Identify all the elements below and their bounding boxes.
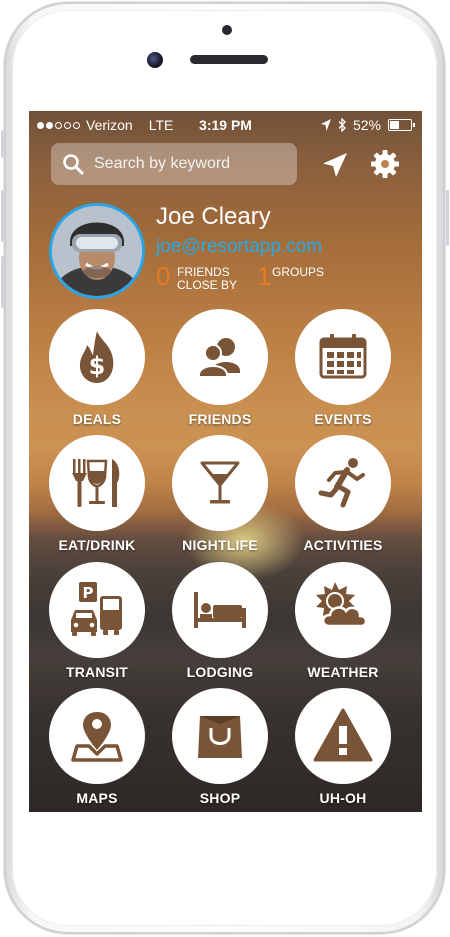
- warning-icon: [313, 708, 373, 762]
- menu-friends[interactable]: FRIENDS: [160, 309, 280, 427]
- menu-uh-oh[interactable]: UH-OH: [283, 688, 403, 806]
- calendar-icon: [319, 334, 367, 379]
- menu-label: EVENTS: [314, 411, 372, 427]
- menu-weather[interactable]: WEATHER: [283, 562, 403, 680]
- battery-percent: 52%: [352, 117, 381, 133]
- power-button: [446, 190, 449, 246]
- groups-label[interactable]: GROUPS: [272, 266, 324, 279]
- gear-icon[interactable]: [370, 149, 400, 179]
- battery-icon: [388, 119, 415, 131]
- svg-text:P: P: [83, 584, 94, 602]
- location-status-icon: [320, 119, 331, 131]
- transit-icon: P: [71, 582, 122, 636]
- mute-switch: [1, 130, 4, 158]
- svg-text:$: $: [89, 352, 106, 380]
- menu-label: DEALS: [72, 411, 122, 427]
- martini-icon: [200, 461, 240, 504]
- dollar-fire-icon: $: [79, 331, 114, 383]
- status-bar: Verizon LTE 3:19 PM 52%: [29, 111, 422, 139]
- menu-eat-drink[interactable]: EAT/DRINK: [37, 435, 157, 553]
- friends-icon: [198, 338, 240, 378]
- menu-label: TRANSIT: [65, 664, 129, 680]
- sun-cloud-icon: [316, 582, 368, 628]
- groups-count[interactable]: 1: [257, 261, 271, 292]
- search-bar[interactable]: [51, 143, 297, 185]
- fork-glass-knife-icon: [72, 459, 120, 507]
- menu-label: FRIENDS: [188, 411, 252, 427]
- user-name: Joe Cleary: [156, 203, 271, 230]
- avatar[interactable]: [49, 203, 145, 299]
- proximity-sensor: [222, 25, 232, 35]
- menu-maps[interactable]: MAPS: [37, 688, 157, 806]
- user-email[interactable]: joe@resortapp.com: [156, 236, 322, 258]
- bluetooth-icon: [338, 118, 346, 132]
- close-by-label: CLOSE BY: [177, 278, 238, 292]
- shopping-bag-icon: [198, 716, 242, 758]
- menu-label: EAT/DRINK: [58, 537, 136, 553]
- menu-label: SHOP: [199, 790, 241, 806]
- menu-label: WEATHER: [307, 664, 379, 680]
- map-pin-icon: [71, 712, 123, 762]
- location-arrow-icon[interactable]: [321, 151, 349, 179]
- menu-activities[interactable]: ACTIVITIES: [283, 435, 403, 553]
- user-profile: Joe Cleary joe@resortapp.com 0 FRIENDS C…: [49, 203, 419, 299]
- menu-lodging[interactable]: LODGING: [160, 562, 280, 680]
- menu-deals[interactable]: $ DEALS: [37, 309, 157, 427]
- volume-up-button: [1, 190, 4, 242]
- menu-label: UH-OH: [319, 790, 367, 806]
- menu-events[interactable]: EVENTS: [283, 309, 403, 427]
- running-icon: [318, 458, 365, 508]
- bed-icon: [194, 592, 246, 628]
- home-button-area: [0, 812, 450, 937]
- menu-nightlife[interactable]: NIGHTLIFE: [160, 435, 280, 553]
- menu-label: LODGING: [186, 664, 254, 680]
- menu-label: NIGHTLIFE: [182, 537, 258, 553]
- friends-close-by-label[interactable]: FRIENDS CLOSE BY: [177, 266, 237, 292]
- menu-transit[interactable]: P TRANSIT: [37, 562, 157, 680]
- search-icon: [63, 154, 84, 175]
- app-screen: Verizon LTE 3:19 PM 52% Search by keywor…: [29, 111, 422, 812]
- menu-label: ACTIVITIES: [303, 537, 383, 553]
- menu-label: MAPS: [76, 790, 118, 806]
- front-camera: [147, 52, 163, 68]
- volume-down-button: [1, 256, 4, 308]
- friends-count[interactable]: 0: [156, 261, 170, 292]
- search-input[interactable]: [92, 154, 286, 174]
- earpiece-speaker: [190, 55, 268, 64]
- menu-shop[interactable]: SHOP: [160, 688, 280, 806]
